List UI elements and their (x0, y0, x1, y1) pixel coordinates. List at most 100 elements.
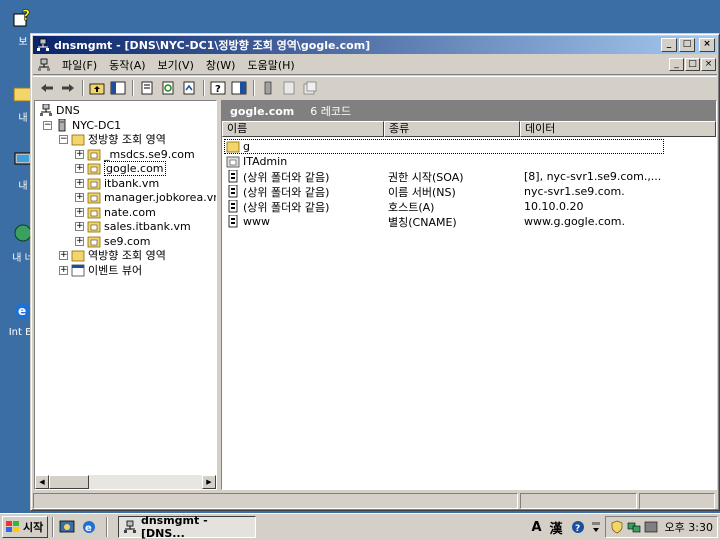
scroll-right-button[interactable]: ▶ (202, 475, 216, 489)
status-panel (639, 493, 715, 509)
table-row[interactable]: (상위 폴더와 같음) 권한 시작(SOA) [8], nyc-svr1.se9… (222, 169, 710, 184)
status-panel (519, 493, 638, 509)
details-pane[interactable]: gogle.com 6 레코드 이름 종류 데이터 g ITAdmin (상위 … (221, 100, 717, 490)
tree-item-zone[interactable]: + nate.com (75, 205, 156, 219)
help-icon: ? (210, 81, 226, 95)
menu-window[interactable]: 창(W) (200, 57, 242, 73)
tree-item-label: nate.com (104, 205, 156, 219)
folder-icon (71, 250, 85, 261)
back-button[interactable] (37, 79, 57, 97)
svg-text:?: ? (575, 524, 580, 534)
collapse-icon[interactable]: − (59, 134, 68, 144)
menu-help[interactable]: 도움말(H) (241, 57, 300, 73)
column-header-row: 이름 종류 데이터 (222, 121, 716, 137)
record-name: g (243, 140, 250, 153)
table-row[interactable]: www 별칭(CNAME) www.g.gogle.com. (222, 214, 710, 229)
tree-item-zone[interactable]: + sales.itbank.vm (75, 219, 191, 233)
zone-icon (87, 149, 101, 160)
action-pane-button[interactable] (229, 79, 249, 97)
record-icon (228, 215, 238, 228)
new-record-button[interactable] (279, 79, 299, 97)
tree-item-label: gogle.com (104, 160, 166, 176)
expand-icon[interactable]: + (75, 178, 84, 188)
desktop-icon-label: 내 (18, 181, 28, 192)
tree-item-server[interactable]: − NYC-DC1 (43, 118, 121, 132)
expand-icon[interactable]: + (75, 163, 84, 173)
table-row[interactable]: (상위 폴더와 같음) 이름 서버(NS) nyc-svr1.se9.com. (222, 184, 710, 199)
expand-icon[interactable]: + (59, 250, 68, 260)
scroll-thumb[interactable] (49, 475, 89, 489)
tree-item-zone[interactable]: + _msdcs.se9.com (75, 147, 195, 161)
close-button[interactable]: × (699, 38, 715, 52)
menu-file[interactable]: 파일(F) (56, 57, 103, 73)
table-row[interactable]: g (222, 139, 710, 154)
menu-bar: 파일(F) 동작(A) 보기(V) 창(W) 도움말(H) _ □ × (33, 55, 717, 75)
menu-action[interactable]: 동작(A) (103, 57, 151, 73)
details-record-count: 6 레코드 (310, 105, 352, 118)
clock[interactable]: 오후 3:30 (665, 519, 713, 535)
record-type: 권한 시작(SOA) (388, 170, 464, 184)
expand-icon[interactable]: + (59, 265, 68, 275)
title-bar[interactable]: dnsmgmt - [DNS\NYC-DC1\정방향 조회 영역\gogle.c… (33, 36, 717, 54)
ime-mode-hanja[interactable]: 漢 (550, 518, 563, 537)
tree-item-label: _msdcs.se9.com (104, 147, 195, 161)
tree-item-dns[interactable]: DNS (39, 103, 80, 117)
up-level-button[interactable] (87, 79, 107, 97)
taskbar-window-button[interactable]: dnsmgmt - [DNS... (118, 514, 256, 540)
scroll-track[interactable] (89, 475, 202, 489)
table-row[interactable]: ITAdmin (222, 154, 710, 169)
show-hide-tree-button[interactable] (108, 79, 128, 97)
network-tray-icon[interactable] (627, 520, 641, 534)
properties-button[interactable] (137, 79, 157, 97)
record-name: (상위 폴더와 같음) (243, 170, 330, 184)
column-header-data[interactable]: 데이터 (520, 121, 716, 137)
ime-mode-a[interactable]: A (531, 520, 541, 535)
tree-item-event-viewer[interactable]: + 이벤트 뷰어 (59, 263, 142, 277)
properties-icon (141, 81, 153, 94)
tree-item-zone-selected[interactable]: + gogle.com (75, 160, 166, 176)
ime-options-icon[interactable] (591, 520, 601, 534)
tree-item-zone[interactable]: + se9.com (75, 234, 151, 248)
tree-item-forward-zone[interactable]: − 정방향 조회 영역 (59, 132, 166, 146)
child-minimize-button[interactable]: _ (669, 58, 684, 71)
menu-view[interactable]: 보기(V) (152, 57, 200, 73)
server-icon (264, 81, 272, 94)
security-shield-icon[interactable] (610, 520, 624, 534)
table-row[interactable]: (상위 폴더와 같음) 호스트(A) 10.10.0.20 (222, 199, 710, 214)
column-header-type[interactable]: 종류 (384, 121, 520, 137)
collapse-icon[interactable]: − (43, 120, 52, 130)
new-zone-button[interactable] (300, 79, 320, 97)
console-tree[interactable]: DNS − NYC-DC1 − 정방향 조회 영역 + _msdcs.se9.c… (34, 100, 217, 490)
maximize-button[interactable]: □ (679, 38, 695, 52)
folder-icon (226, 141, 240, 153)
dns-doc-icon[interactable] (36, 57, 52, 73)
tree-item-label: 이벤트 뷰어 (88, 264, 143, 277)
tree-item-zone[interactable]: + manager.jobkorea.vm (75, 190, 216, 204)
child-restore-button[interactable]: □ (685, 58, 700, 71)
scroll-left-button[interactable]: ◀ (35, 475, 49, 489)
new-zone-icon (303, 81, 317, 94)
column-header-name[interactable]: 이름 (222, 121, 384, 137)
volume-tray-icon[interactable] (644, 520, 658, 534)
tree-item-zone[interactable]: + itbank.vm (75, 176, 159, 190)
tree-item-label: itbank.vm (104, 176, 160, 190)
tree-item-reverse-zone[interactable]: + 역방향 조회 영역 (59, 248, 166, 262)
tree-horizontal-scrollbar[interactable]: ◀ ▶ (35, 475, 216, 489)
export-list-button[interactable] (179, 79, 199, 97)
minimize-button[interactable]: _ (661, 38, 677, 52)
refresh-button[interactable] (158, 79, 178, 97)
expand-icon[interactable]: + (75, 236, 84, 246)
expand-icon[interactable]: + (75, 207, 84, 217)
details-header-title: gogle.com (230, 104, 295, 118)
expand-icon[interactable]: + (75, 192, 84, 202)
ime-help-icon[interactable]: ? (571, 520, 585, 534)
child-close-button[interactable]: × (701, 58, 716, 71)
server-button[interactable] (258, 79, 278, 97)
expand-icon[interactable]: + (75, 221, 84, 231)
expand-icon[interactable]: + (75, 149, 84, 159)
ie-quicklaunch-button[interactable]: e (80, 518, 98, 536)
help-button[interactable]: ? (208, 79, 228, 97)
forward-button[interactable] (58, 79, 78, 97)
start-button[interactable]: 시작 (2, 516, 48, 538)
show-desktop-button[interactable] (58, 518, 76, 536)
